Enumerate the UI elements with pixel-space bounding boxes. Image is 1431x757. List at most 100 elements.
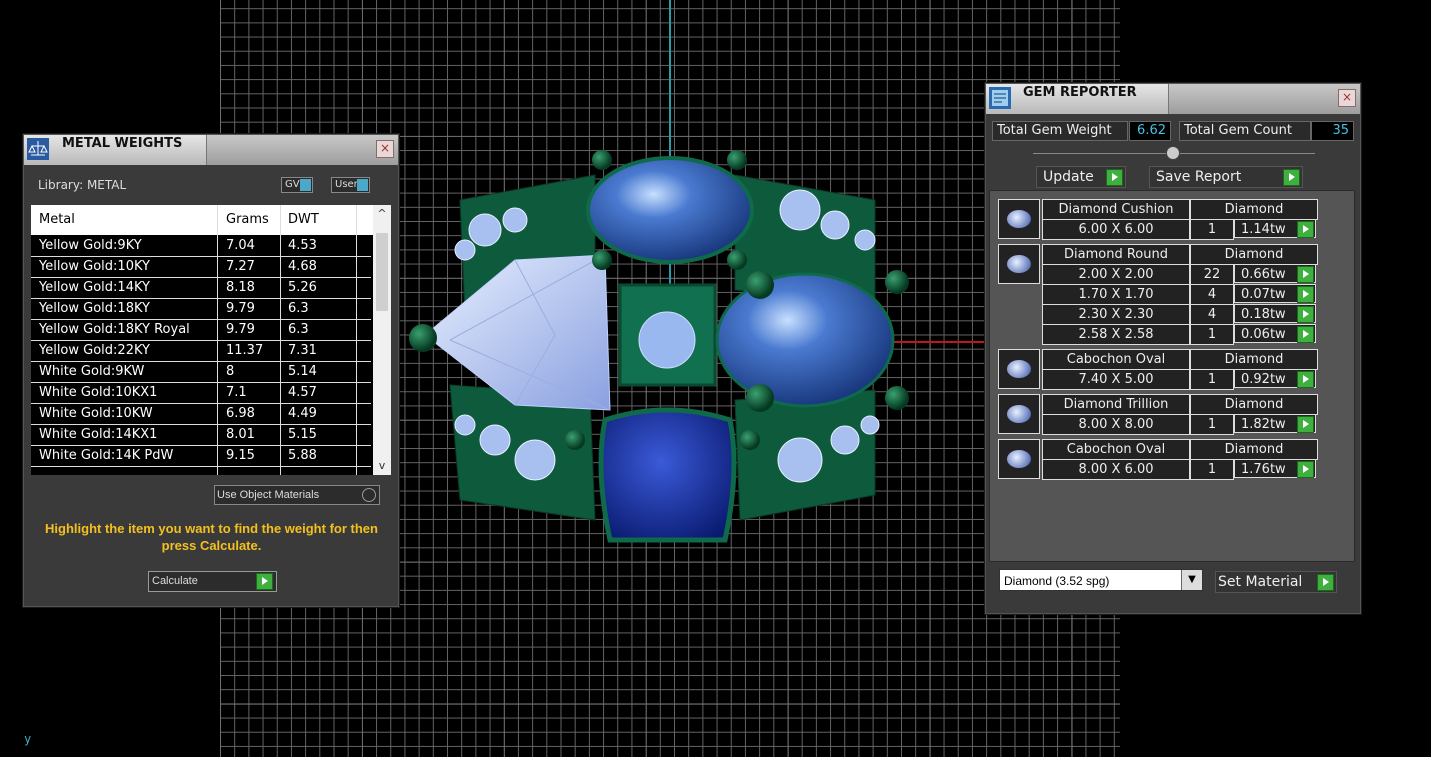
calculate-button[interactable]: Calculate (148, 571, 277, 592)
scroll-down-icon[interactable]: v (373, 457, 391, 475)
select-gem-play-icon[interactable] (1297, 461, 1314, 478)
metal-cell-metal: Yellow Gold:18KY (39, 301, 150, 316)
metal-row[interactable]: White Gold:14K PdW 9.15 5.88 (31, 446, 371, 467)
close-icon[interactable]: × (1338, 89, 1356, 107)
select-gem-play-icon[interactable] (1297, 306, 1314, 323)
gem-count: 1 (1190, 369, 1234, 390)
metal-row[interactable]: Yellow Gold:22KY 11.37 7.31 (31, 341, 371, 362)
metal-cell-metal: Yellow Gold:9KY (39, 238, 142, 253)
column-header-metal[interactable]: Metal (39, 212, 75, 227)
gem-report-icon (989, 87, 1011, 109)
gem-thumbnail-icon[interactable] (998, 439, 1040, 479)
metal-cell-metal: White Gold:14KX1 (39, 427, 158, 442)
gem-thumbnail-icon[interactable] (998, 244, 1040, 284)
gem-shape-name: Diamond Cushion (1042, 199, 1190, 220)
metal-cell-dwt: 6.3 (288, 301, 309, 316)
axis-indicator: y (24, 732, 32, 746)
metal-row[interactable]: Yellow Gold:10KY 7.27 4.68 (31, 257, 371, 278)
select-gem-play-icon[interactable] (1297, 221, 1314, 238)
metal-row[interactable]: White Gold:14KX1 8.01 5.15 (31, 425, 371, 446)
metal-cell-grams: 6.98 (226, 406, 255, 421)
gem-size: 8.00 X 6.00 (1042, 459, 1190, 480)
column-header-grams[interactable]: Grams (226, 212, 269, 227)
metal-row[interactable]: Yellow Gold:9KY 7.04 4.53 (31, 236, 371, 257)
update-button[interactable]: Update (1036, 166, 1126, 188)
gem-thumbnail-icon[interactable] (998, 199, 1040, 239)
gem-weight: 0.66tw (1234, 264, 1316, 283)
metal-row[interactable]: White Gold:10KW 6.98 4.49 (31, 404, 371, 425)
metal-cell-grams: 7.1 (226, 385, 247, 400)
report-slider-knob[interactable] (1166, 146, 1180, 160)
gem-shape-name: Diamond Round (1042, 244, 1190, 265)
gem-weight: 1.82tw (1234, 414, 1316, 433)
gem-material: Diamond (1190, 244, 1318, 265)
gem-weight: 0.18tw (1234, 304, 1316, 323)
gem-weight: 0.07tw (1234, 284, 1316, 303)
metal-weights-titlebar[interactable]: METAL WEIGHTS × (24, 135, 398, 165)
gem-count: 4 (1190, 304, 1234, 325)
metal-cell-grams: 8.01 (226, 427, 255, 442)
close-icon[interactable]: × (376, 140, 394, 158)
metal-cell-grams: 7.04 (226, 238, 255, 253)
material-select[interactable]: Diamond (3.52 spg) ▼ (999, 569, 1203, 591)
metal-cell-dwt: 4.68 (288, 259, 317, 274)
user-toggle[interactable]: User (331, 177, 370, 193)
scroll-thumb[interactable] (376, 233, 388, 311)
select-gem-play-icon[interactable] (1297, 266, 1314, 283)
metal-cell-metal: White Gold:14K PdW (39, 448, 174, 463)
gem-thumbnail-icon[interactable] (998, 349, 1040, 389)
metal-cell-dwt: 5.14 (288, 364, 317, 379)
gem-reporter-title: GEM REPORTER (1023, 85, 1137, 100)
gv-toggle[interactable]: GV (281, 177, 313, 193)
gem-size: 2.30 X 2.30 (1042, 304, 1190, 325)
metal-cell-grams: 9.79 (226, 322, 255, 337)
gem-size: 2.00 X 2.00 (1042, 264, 1190, 285)
metal-cell-metal: Yellow Gold:22KY (39, 343, 150, 358)
metal-table-scrollbar[interactable]: ^ v (373, 205, 391, 475)
select-gem-play-icon[interactable] (1297, 371, 1314, 388)
gem-count: 1 (1190, 459, 1234, 480)
save-report-button[interactable]: Save Report (1149, 166, 1303, 188)
gem-size: 1.70 X 1.70 (1042, 284, 1190, 305)
gem-list: Diamond Cushion Diamond 6.00 X 6.00 1 1.14tw… (989, 190, 1355, 562)
metal-row[interactable]: White Gold:10KX1 7.1 4.57 (31, 383, 371, 404)
select-gem-play-icon[interactable] (1297, 286, 1314, 303)
select-gem-play-icon[interactable] (1297, 416, 1314, 433)
gem-weight: 1.14tw (1234, 219, 1316, 238)
metal-cell-dwt: 7.31 (288, 343, 317, 358)
dropdown-arrow-icon[interactable]: ▼ (1181, 570, 1202, 590)
gem-material: Diamond (1190, 349, 1318, 370)
total-gem-weight-value: 6.62 (1129, 121, 1171, 141)
metal-cell-metal: Yellow Gold:18KY Royal (39, 322, 190, 337)
instruction-text: Highlight the item you want to find the … (45, 521, 378, 553)
gem-size: 6.00 X 6.00 (1042, 219, 1190, 240)
metal-cell-grams: 8 (226, 364, 235, 379)
set-material-button[interactable]: Set Material (1215, 571, 1337, 593)
metal-cell-grams: 7.27 (226, 259, 255, 274)
gem-thumbnail-icon[interactable] (998, 394, 1040, 434)
metal-row[interactable]: White Gold:9KW 8 5.14 (31, 362, 371, 383)
gem-reporter-panel: GEM REPORTER × Total Gem Weight 6.62 Tot… (985, 83, 1361, 614)
metal-cell-dwt: 4.57 (288, 385, 317, 400)
total-gem-count-value: 35 (1311, 121, 1354, 141)
gem-material: Diamond (1190, 439, 1318, 460)
total-gem-count-label: Total Gem Count (1179, 121, 1311, 141)
use-object-materials-toggle[interactable]: Use Object Materials (214, 485, 380, 505)
scroll-up-icon[interactable]: ^ (373, 205, 391, 223)
metal-row[interactable]: Yellow Gold:14KY 8.18 5.26 (31, 278, 371, 299)
gem-material: Diamond (1190, 199, 1318, 220)
radio-icon (362, 488, 376, 502)
total-gem-weight-label: Total Gem Weight (992, 121, 1128, 141)
ring-model[interactable] (405, 140, 915, 560)
metal-cell-dwt: 5.88 (288, 448, 317, 463)
select-gem-play-icon[interactable] (1297, 326, 1314, 343)
gem-shape-name: Cabochon Oval (1042, 439, 1190, 460)
metal-row[interactable]: Yellow Gold:18KY 9.79 6.3 (31, 299, 371, 320)
play-icon (1317, 574, 1334, 591)
gem-reporter-titlebar[interactable]: GEM REPORTER × (986, 84, 1360, 114)
gem-size: 8.00 X 8.00 (1042, 414, 1190, 435)
metal-cell-dwt: 6.3 (288, 322, 309, 337)
column-header-dwt[interactable]: DWT (288, 212, 319, 227)
metal-row[interactable]: Yellow Gold:18KY Royal 9.79 6.3 (31, 320, 371, 341)
scale-icon (27, 138, 49, 160)
